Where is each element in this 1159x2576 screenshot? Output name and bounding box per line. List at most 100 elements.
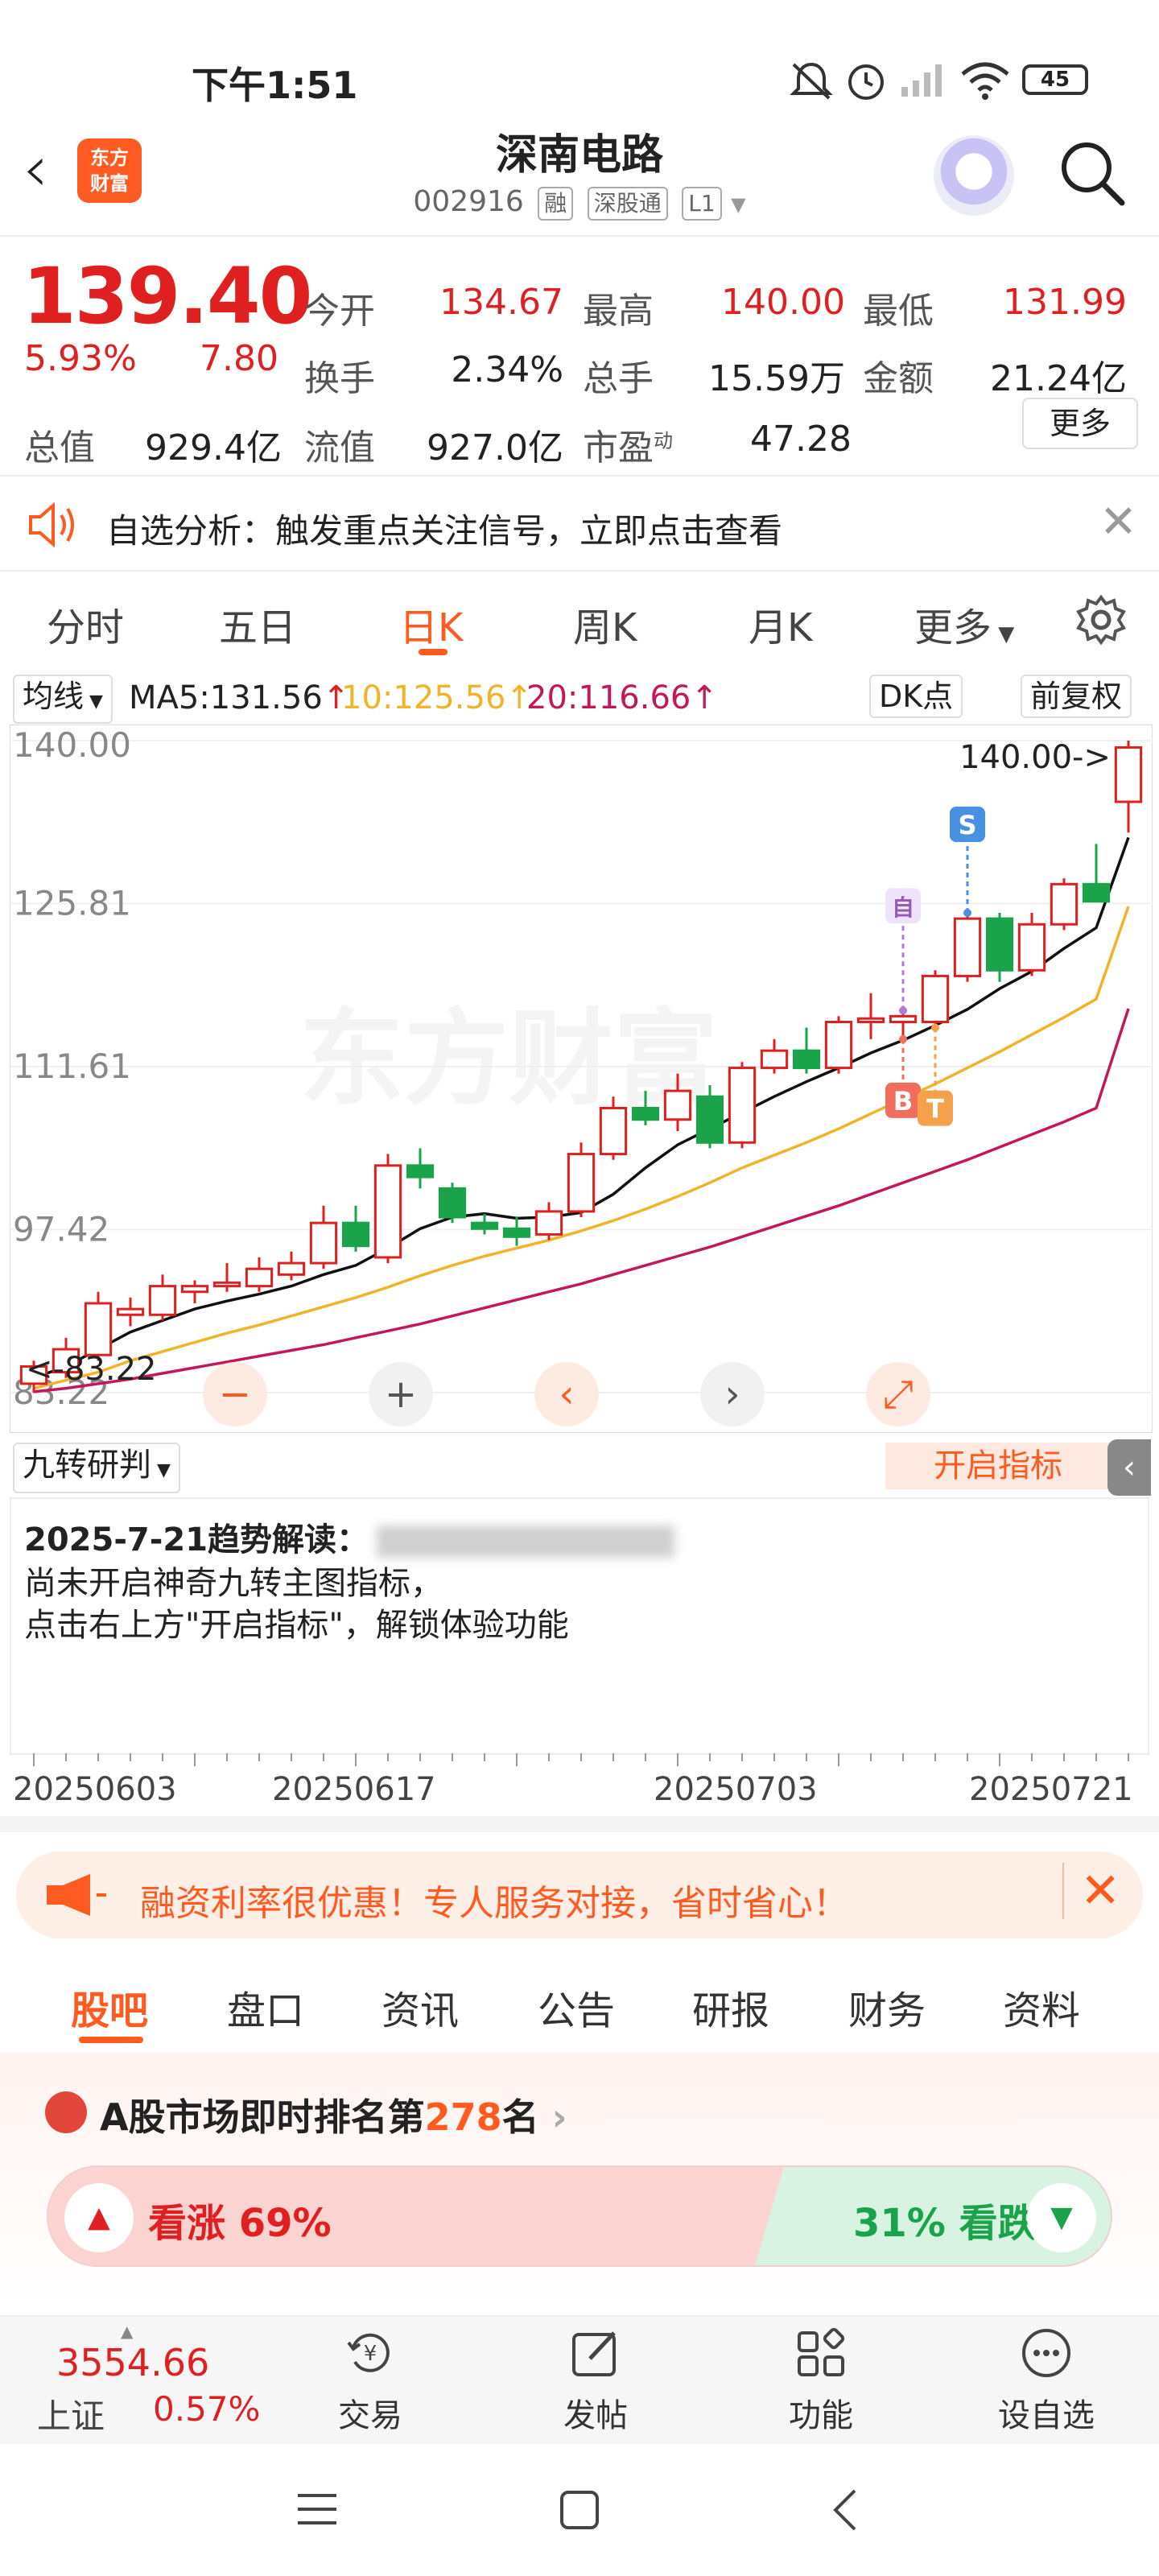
date-axis (33, 1753, 1129, 1766)
index-percent: 0.57% (153, 2389, 261, 2429)
more-button[interactable]: 更多 (1022, 398, 1138, 449)
menu-icon[interactable] (295, 2489, 340, 2529)
candle-body (792, 1049, 821, 1070)
tab-news[interactable]: 资讯 (382, 1979, 459, 2035)
candlestick-chart[interactable]: 东方财富140.00125.81111.6197.4283.22140.00->… (10, 724, 1153, 1433)
watermark: 东方财富 (299, 997, 718, 1120)
dk-point-toggle[interactable]: DK点 (869, 675, 963, 718)
ma10-value: 10:125.56 (341, 679, 506, 716)
candle-body (1017, 923, 1046, 972)
adjust-toggle[interactable]: 前复权 (1021, 675, 1132, 718)
collapse-panel-button[interactable]: ‹ (1107, 1439, 1151, 1496)
vote-up-button[interactable]: ▲ (64, 2183, 134, 2252)
tab-order-book[interactable]: 盘口 (227, 1979, 304, 2035)
index-value[interactable]: 3554.66 (56, 2341, 209, 2384)
tab-monthly-k[interactable]: 月K (749, 596, 812, 652)
svg-text:¥: ¥ (364, 2342, 377, 2366)
close-icon[interactable]: ✕ (1062, 1863, 1120, 1919)
candle-body (1050, 882, 1079, 926)
candle-body (245, 1267, 274, 1288)
tab-five-day[interactable]: 五日 (219, 596, 296, 652)
dropdown-icon: ▼ (731, 193, 746, 216)
gear-icon[interactable] (1075, 594, 1127, 646)
home-icon[interactable] (559, 2489, 600, 2531)
candle-body (856, 1017, 885, 1024)
candle-body (567, 1153, 596, 1213)
analysis-banner[interactable]: 自选分析：触发重点关注信号，立即点击查看 ✕ (0, 475, 1159, 572)
trend-title: 2025-7-21趋势解读： (24, 1513, 675, 1560)
candle-body (1082, 882, 1111, 903)
tab-indicator (419, 649, 448, 655)
bottom-toolbar: ▲ 3554.66 上证 0.57% ¥ 交易 发帖 功能 设自选 (0, 2315, 1159, 2444)
back-nav-icon[interactable] (829, 2486, 861, 2534)
candle-body (953, 917, 982, 977)
tab-more[interactable]: 更多 ▼ (914, 596, 1014, 652)
tab-announcements[interactable]: 公告 (538, 1979, 615, 2035)
sentiment-vote: ▲ 看涨 69% 31% 看跌 ▼ (47, 2165, 1112, 2267)
alarm-icon (848, 64, 884, 100)
candle-body (631, 1106, 660, 1121)
candle-body (438, 1187, 467, 1219)
pan-right-button-icon: › (724, 1372, 740, 1417)
assistant-avatar[interactable] (934, 135, 1014, 216)
candle-body (406, 1164, 435, 1179)
date-tick: 20250617 (272, 1771, 436, 1808)
ma20-label: 20:116.66↑ (526, 679, 718, 716)
close-icon[interactable]: ✕ (1099, 496, 1137, 548)
zoom-out-button-icon: − (219, 1372, 251, 1417)
caret-up-icon: ▲ (121, 2322, 134, 2341)
candle-body (663, 1089, 692, 1121)
tab-profile[interactable]: 资料 (1003, 1979, 1080, 2035)
quote-value: 927.0亿 (427, 427, 563, 469)
tab-forum[interactable]: 股吧 (71, 1979, 148, 2035)
trend-title-text: 2025-7-21趋势解读： (24, 1521, 369, 1558)
sell-marker-text: S (958, 810, 976, 840)
post-label: 发帖 (563, 2397, 628, 2434)
speaker-icon (29, 502, 74, 548)
price-tick: 140.00 (13, 725, 131, 765)
tab-research[interactable]: 研报 (692, 1979, 769, 2035)
divider (0, 235, 1159, 237)
rank-number: 278 (424, 2095, 502, 2139)
watchlist-marker-dot (899, 1006, 907, 1015)
status-time: 下午1:51 (192, 64, 358, 107)
tab-intraday[interactable]: 分时 (47, 596, 124, 652)
add-watchlist-button[interactable]: 设自选 (982, 2326, 1111, 2436)
indicator-selector[interactable]: 九转研判 ▼ (13, 1443, 180, 1493)
rank-suffix: 名 (501, 2095, 539, 2139)
arrow-up-icon: ↑ (691, 679, 718, 716)
buy-marker-dot (899, 1034, 907, 1043)
more-dots-icon (1022, 2329, 1070, 2377)
candle-body (470, 1221, 499, 1230)
candle-body (116, 1307, 145, 1316)
tab-finance[interactable]: 财务 (848, 1979, 926, 2035)
market-rank[interactable]: A股市场即时排名第278名 › (100, 2088, 567, 2141)
candle-body (985, 917, 1014, 972)
system-nav-bar (0, 2444, 1159, 2576)
candle-body (534, 1210, 563, 1236)
bearish-label: 31% 看跌 (853, 2201, 1037, 2246)
candle-body (309, 1221, 338, 1265)
rank-prefix: A股市场即时排名第 (100, 2095, 425, 2139)
sell-marker-dot (963, 908, 971, 917)
search-icon[interactable] (1056, 137, 1128, 209)
candle-body (889, 1014, 918, 1024)
tab-daily-k[interactable]: 日K (399, 596, 463, 652)
candle-body (502, 1227, 531, 1238)
quote-value: 134.67 (439, 282, 563, 323)
analysis-text: 自选分析：触发重点关注信号，立即点击查看 (106, 511, 783, 551)
post-button[interactable]: 发帖 (531, 2326, 660, 2436)
bar-chart-icon (45, 2091, 87, 2133)
trade-button[interactable]: ¥ 交易 (306, 2326, 435, 2436)
change-value: 7.80 (200, 338, 278, 379)
functions-button[interactable]: 功能 (757, 2326, 885, 2436)
enable-indicator-button[interactable]: 开启指标 (885, 1443, 1111, 1489)
vote-down-button[interactable]: ▼ (1027, 2183, 1096, 2252)
quote-value: 929.4亿 (145, 427, 282, 469)
promo-text: 融资利率很优惠！专人服务对接，省时省心！ (140, 1883, 848, 1924)
promo-banner[interactable]: 融资利率很优惠！专人服务对接，省时省心！ ✕ (16, 1852, 1143, 1938)
tab-weekly-k[interactable]: 周K (573, 596, 637, 652)
ma-selector[interactable]: 均线 ▼ (13, 675, 113, 724)
candle-body (599, 1106, 628, 1156)
zoom-in-button-icon: + (385, 1372, 417, 1417)
